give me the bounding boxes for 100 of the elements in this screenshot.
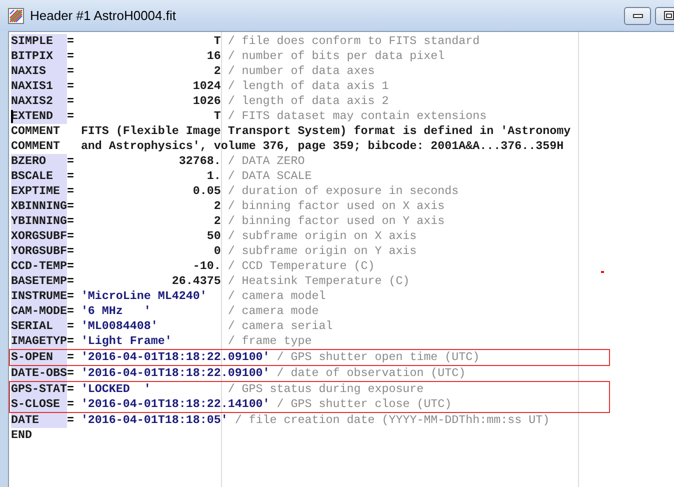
keyword-value: 26.4375 [170,274,221,289]
equals-sign: = [66,413,75,428]
equals-sign: = [66,289,75,304]
keyword: XORGSUBF [11,229,67,244]
keyword-value: 'LOCKED ' [80,382,152,397]
equals-sign: = [66,274,75,289]
keyword: CCD-TEMP [11,259,67,274]
keyword-comment: / binning factor used on Y axis [228,214,445,229]
equals-sign: = [66,304,75,319]
keyword-comment: / duration of exposure in seconds [228,184,459,199]
keyword-value: 0.05 [192,184,221,199]
keyword: CAM-MODE [11,304,67,319]
keyword-value: 50 [206,229,221,244]
keyword-comment: / Heatsink Temperature (C) [228,274,410,289]
comment-text: FITS (Flexible Image Transport System) format is defined in 'Astronomy [80,124,571,139]
keyword-value: '6 MHz ' [80,304,152,319]
keyword: NAXIS [11,64,67,79]
keyword-value: -10. [192,259,221,274]
keyword-comment: / camera serial [228,319,333,334]
keyword: COMMENT [11,139,61,154]
maximize-button[interactable] [655,6,674,24]
keyword-comment: / DATA ZERO [228,154,305,169]
equals-sign: = [66,259,75,274]
app-icon [8,8,24,24]
minimize-button[interactable] [624,6,651,24]
keyword: YORGSUBF [11,244,67,259]
keyword-value: '2016-04-01T18:18:05' [80,413,228,428]
keyword: DATE-OBS [11,366,67,381]
keyword-comment: / GPS shutter open time (UTC) [276,350,480,365]
keyword-value: 2 [212,199,221,214]
keyword-value: T [212,109,221,124]
keyword-comment: / subframe origin on X axis [228,229,417,244]
keyword-value: 2 [212,64,221,79]
keyword: DATE [11,413,67,428]
equals-sign: = [66,334,75,349]
keyword-value: '2016-04-01T18:18:22.09100' [80,366,270,381]
equals-sign: = [66,229,75,244]
keyword: BITPIX [11,49,67,64]
keyword-comment: / frame type [228,334,312,349]
equals-sign: = [66,382,75,397]
keyword-value: '2016-04-01T18:18:22.09100' [80,350,270,365]
equals-sign: = [66,169,75,184]
keyword-value: 'ML0084408' [80,319,159,334]
keyword-comment: / CCD Temperature (C) [228,259,375,274]
keyword-value: 1024 [192,79,221,94]
keyword: SIMPLE [11,34,67,49]
equals-sign: = [66,199,75,214]
equals-sign: = [66,109,75,124]
keyword-comment: / GPS shutter close (UTC) [276,397,452,412]
equals-sign: = [66,319,75,334]
equals-sign: = [66,184,75,199]
equals-sign: = [66,397,75,412]
keyword: END [11,428,32,443]
maximize-icon [664,11,674,20]
keyword-comment: / FITS dataset may contain extensions [228,109,487,124]
equals-sign: = [66,366,75,381]
keyword-comment: / binning factor used on X axis [228,199,445,214]
keyword: GPS-STAT [11,382,67,397]
keyword: XBINNING [11,199,67,214]
keyword-comment: / camera mode [228,304,319,319]
equals-sign: = [66,64,75,79]
equals-sign: = [66,79,75,94]
keyword-comment: / file creation date (YYYY-MM-DDThh:mm:ss UT) [234,413,550,428]
keyword-value: '2016-04-01T18:18:22.14100' [80,397,270,412]
keyword: BZERO [11,154,67,169]
keyword-comment: / DATA SCALE [228,169,312,184]
equals-sign: = [66,154,75,169]
keyword-value: 0 [212,244,221,259]
comment-text: and Astrophysics', volume 376, page 359; bibcode: 2001A&A...376..359H [80,139,564,154]
keyword-value: 2 [212,214,221,229]
keyword-value: 'Light Frame' [80,334,173,349]
equals-sign: = [66,94,75,109]
equals-sign: = [66,34,75,49]
equals-sign: = [66,214,75,229]
equals-sign: = [66,49,75,64]
keyword: EXPTIME [11,184,67,199]
keyword-value: T [212,34,221,49]
keyword-comment: / length of data axis 2 [228,94,389,109]
keyword-value: 'MicroLine ML4240' [80,289,208,304]
keyword: SERIAL [11,319,67,334]
keyword: COMMENT [11,124,61,139]
keyword: NAXIS2 [11,94,67,109]
equals-sign: = [66,350,75,365]
keyword-comment: / date of observation (UTC) [276,366,466,381]
keyword-comment: / length of data axis 1 [228,79,389,94]
keyword: S-CLOSE [11,397,67,412]
minimize-icon [632,14,642,18]
keyword-comment: / file does conform to FITS standard [228,34,480,49]
keyword-comment: / number of data axes [228,64,375,79]
keyword: YBINNING [11,214,67,229]
keyword-comment: / camera model [228,289,326,304]
keyword-value: 16 [206,49,221,64]
keyword: BSCALE [11,169,67,184]
keyword-comment: / number of bits per data pixel [228,49,445,64]
keyword: IMAGETYP [11,334,67,349]
keyword: NAXIS1 [11,79,67,94]
keyword-comment: / GPS status during exposure [228,382,424,397]
window-title: Header #1 AstroH0004.fit [30,6,176,25]
keyword-value: 32768. [178,154,221,169]
keyword-value: 1. [206,169,221,184]
